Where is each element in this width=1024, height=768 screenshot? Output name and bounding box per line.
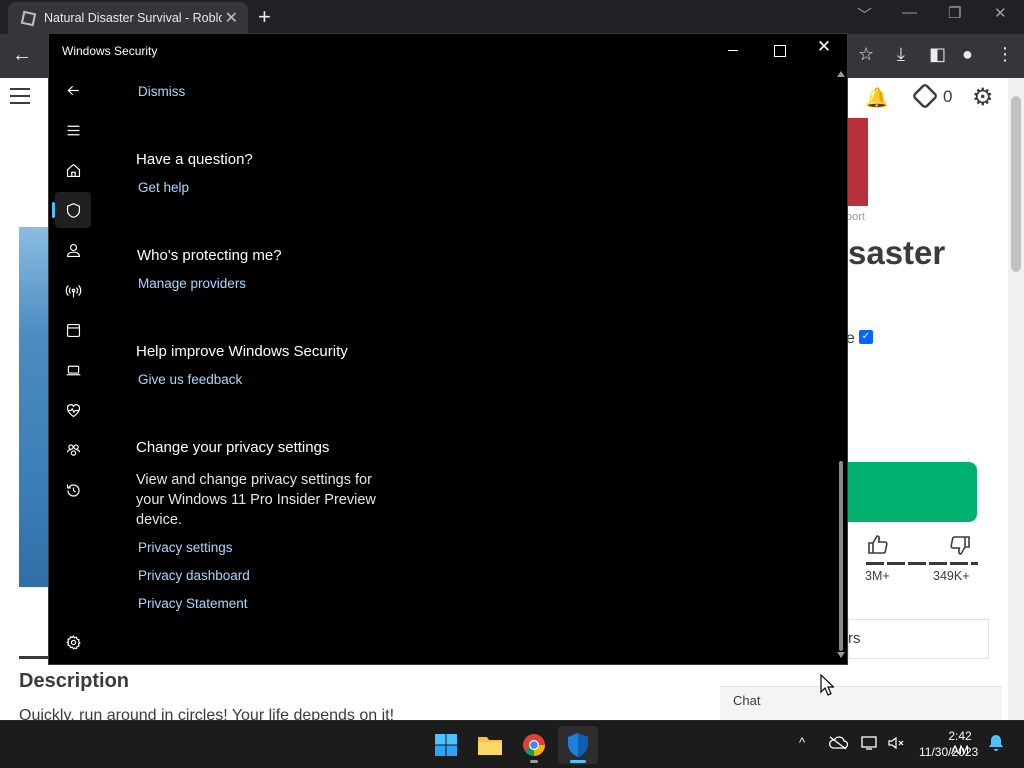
window-title: Windows Security: [62, 44, 158, 58]
browser-tab-title: Natural Disaster Survival - Roblox: [44, 11, 222, 25]
dismiss-link[interactable]: Dismiss: [138, 84, 185, 99]
downloads-icon[interactable]: ⤓: [897, 44, 905, 65]
firewall-network-icon[interactable]: [63, 280, 83, 300]
downvote-count: 349K+: [933, 569, 970, 583]
bookmark-star-icon[interactable]: ☆: [858, 44, 874, 65]
vote-ratio-bar: [866, 562, 978, 565]
chrome-logo-icon: [523, 734, 545, 756]
thumbs-up-icon[interactable]: [866, 533, 890, 563]
notification-bell-icon[interactable]: [988, 734, 1004, 756]
get-help-link[interactable]: Get help: [138, 180, 189, 195]
privacy-description: View and change privacy settings for you…: [136, 472, 376, 528]
app-browser-control-icon[interactable]: [63, 320, 83, 340]
give-feedback-link[interactable]: Give us feedback: [138, 372, 242, 387]
nav-selected-indicator: [52, 202, 55, 218]
new-tab-button[interactable]: +: [258, 4, 271, 30]
privacy-heading: Change your privacy settings: [136, 439, 330, 456]
game-title: saster: [848, 234, 946, 271]
question-heading: Have a question?: [136, 151, 253, 168]
tab-underline: [19, 656, 49, 659]
roblox-settings-icon[interactable]: ⚙: [972, 83, 994, 112]
shield-icon[interactable]: [63, 200, 83, 220]
notifications-bell-icon[interactable]: 🔔: [865, 86, 889, 110]
scroll-down-arrow-icon[interactable]: [837, 652, 845, 658]
windows-security-taskbar-button[interactable]: [558, 726, 598, 764]
scroll-thumb[interactable]: [839, 461, 843, 651]
home-icon[interactable]: [63, 160, 83, 180]
network-icon[interactable]: [861, 736, 879, 753]
side-panel-icon[interactable]: ◧: [929, 44, 946, 65]
windows-security-window: Windows Security ✕ Dismiss Have a questi: [48, 33, 848, 665]
browser-menu-icon[interactable]: ⋮: [996, 44, 1014, 65]
robux-count: 0: [943, 87, 953, 106]
tab-servers[interactable]: [848, 619, 989, 659]
page-scrollbar[interactable]: [1008, 78, 1024, 720]
device-security-laptop-icon[interactable]: [63, 360, 83, 380]
hamburger-menu-icon[interactable]: [63, 120, 83, 140]
browser-back-button[interactable]: ←: [12, 44, 32, 67]
windows-logo-icon: [435, 734, 457, 756]
close-button[interactable]: ✕: [801, 37, 847, 59]
tab-servers-label: rs: [848, 630, 861, 647]
privacy-statement-link[interactable]: Privacy Statement: [138, 596, 248, 611]
roblox-menu-icon[interactable]: [10, 88, 30, 104]
family-options-icon[interactable]: [63, 440, 83, 460]
clock-date[interactable]: 11/30/2023: [919, 745, 978, 759]
settings-gear-icon[interactable]: [63, 632, 83, 652]
game-thumbnail[interactable]: [19, 227, 51, 587]
account-person-icon[interactable]: [63, 240, 83, 260]
game-icon-image: [848, 118, 868, 206]
device-health-heart-icon[interactable]: [63, 400, 83, 420]
privacy-dashboard-link[interactable]: Privacy dashboard: [138, 568, 250, 583]
browser-restore-button[interactable]: ❐: [948, 4, 961, 22]
volume-muted-icon[interactable]: [887, 736, 905, 753]
browser-tab-search-icon[interactable]: ﹀: [857, 4, 872, 25]
protecting-heading: Who's protecting me?: [137, 247, 282, 264]
report-link[interactable]: port: [846, 211, 865, 223]
minimize-button[interactable]: [709, 40, 755, 62]
tray-overflow-chevron-icon[interactable]: ^: [799, 735, 805, 750]
verified-badge-icon: ✓: [859, 330, 873, 344]
profile-icon[interactable]: ●: [962, 44, 973, 65]
upvote-count: 3M+: [865, 569, 890, 583]
file-explorer-button[interactable]: [470, 726, 510, 764]
roblox-favicon-icon: [20, 10, 37, 27]
chat-bar[interactable]: [720, 686, 1002, 720]
browser-minimize-button[interactable]: —: [902, 4, 917, 21]
onedrive-cloud-icon[interactable]: [828, 736, 849, 753]
scroll-up-arrow-icon[interactable]: [837, 71, 845, 77]
windows-security-shield-icon: [568, 733, 588, 757]
privacy-settings-link[interactable]: Privacy settings: [138, 540, 233, 555]
start-button[interactable]: [426, 726, 466, 764]
description-title: Description: [19, 670, 130, 692]
browser-close-button[interactable]: ✕: [994, 4, 1007, 22]
folder-icon: [478, 737, 502, 755]
tab-close-icon[interactable]: ✕: [225, 8, 238, 28]
protection-history-icon[interactable]: [63, 480, 83, 500]
chat-label: Chat: [733, 693, 761, 708]
thumbs-down-icon[interactable]: [948, 533, 972, 563]
content-scrollbar[interactable]: [835, 68, 847, 666]
improve-heading: Help improve Windows Security: [136, 343, 348, 360]
description-text: Quickly, run around in circles! Your lif…: [19, 707, 395, 720]
browser-tab-roblox[interactable]: Natural Disaster Survival - Roblox ✕: [8, 2, 248, 34]
back-arrow-icon[interactable]: [63, 80, 83, 100]
play-button[interactable]: [848, 462, 977, 522]
maximize-button[interactable]: [755, 40, 801, 62]
chrome-taskbar-button[interactable]: [514, 726, 554, 764]
manage-providers-link[interactable]: Manage providers: [138, 276, 246, 291]
